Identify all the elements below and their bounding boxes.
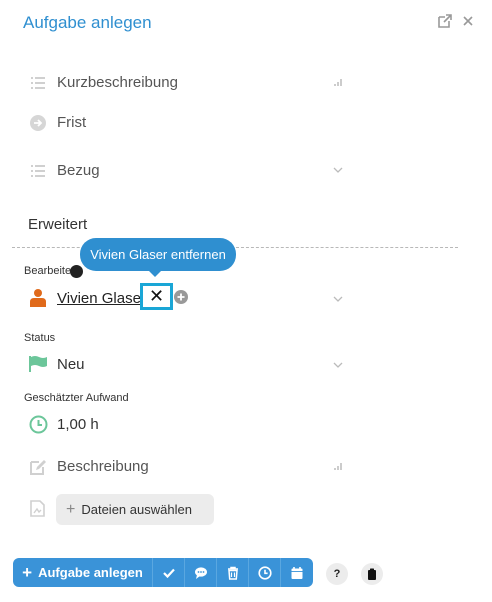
frist-label: Frist [57, 114, 87, 131]
tooltip-arrow [148, 270, 162, 277]
status-value[interactable]: Neu [57, 356, 85, 373]
assignee-name-link[interactable]: Vivien Glaser [57, 290, 146, 307]
choose-files-label: Dateien auswählen [81, 502, 192, 517]
description-field[interactable]: Beschreibung [0, 450, 492, 482]
check-icon [162, 568, 175, 578]
help-button[interactable]: ? [326, 563, 348, 585]
plus-icon: + [22, 562, 33, 582]
chevron-down-icon[interactable] [332, 293, 344, 305]
plus-icon: + [66, 500, 76, 518]
calendar-button[interactable] [281, 558, 313, 587]
delete-button[interactable] [217, 558, 249, 587]
check-button[interactable] [153, 558, 185, 587]
clipboard-icon [368, 568, 376, 580]
info-icon [70, 265, 83, 278]
resize-handle-icon[interactable] [332, 76, 344, 88]
flag-icon [29, 356, 47, 372]
clipboard-button[interactable] [361, 563, 383, 585]
list-icon [31, 165, 45, 177]
create-task-label: Aufgabe anlegen [38, 565, 143, 580]
create-task-button[interactable]: + Aufgabe anlegen [13, 558, 153, 587]
calendar-icon [291, 566, 303, 579]
frist-field[interactable]: Frist [0, 106, 492, 138]
comment-button[interactable] [185, 558, 217, 587]
clock-icon [257, 565, 272, 580]
clock-icon [29, 415, 48, 434]
list-icon [31, 77, 45, 89]
effort-value[interactable]: 1,00 h [57, 416, 99, 433]
action-toolbar: + Aufgabe anlegen [13, 558, 313, 587]
bezug-field[interactable]: Bezug [0, 154, 492, 186]
file-icon [30, 500, 45, 517]
choose-files-button[interactable]: + Dateien auswählen [56, 494, 214, 525]
add-circle-icon[interactable] [174, 290, 188, 304]
arrow-right-circle-icon [30, 115, 46, 131]
kurzbeschreibung-field[interactable]: Kurzbeschreibung [0, 66, 492, 98]
section-title-erweitert: Erweitert [28, 216, 88, 233]
user-icon [30, 289, 46, 307]
bezug-label: Bezug [57, 162, 100, 179]
description-label: Beschreibung [57, 458, 149, 475]
kurzbeschreibung-label: Kurzbeschreibung [57, 74, 178, 91]
chevron-down-icon[interactable] [332, 359, 344, 371]
effort-label: Geschätzter Aufwand [24, 392, 129, 404]
close-icon[interactable] [460, 13, 476, 29]
status-label: Status [24, 332, 56, 344]
resize-handle-icon[interactable] [332, 460, 344, 472]
trash-icon [227, 566, 238, 580]
remove-assignee-button[interactable]: ✕ [140, 283, 173, 310]
assignee-label: Bearbeiter [24, 265, 75, 277]
dialog-header: Aufgabe anlegen [0, 0, 492, 48]
chevron-down-icon[interactable] [332, 164, 344, 176]
comment-icon [194, 566, 207, 579]
dialog-title: Aufgabe anlegen [23, 13, 152, 32]
external-link-icon[interactable] [437, 13, 453, 29]
reminder-button[interactable] [249, 558, 281, 587]
edit-icon [30, 460, 46, 475]
remove-assignee-tooltip: Vivien Glaser entfernen [80, 238, 236, 271]
